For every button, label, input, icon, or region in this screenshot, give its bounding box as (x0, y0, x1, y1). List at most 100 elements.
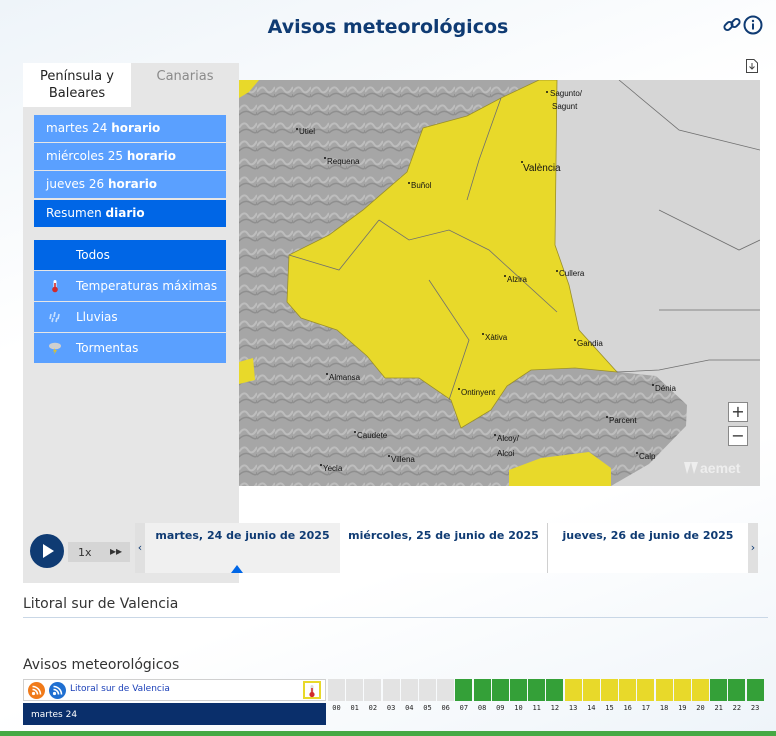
hour-label: 18 (659, 704, 669, 712)
warnings-table: Litoral sur de Valencia martes 24 00 01 02… (23, 679, 768, 725)
hour-label: 05 (423, 704, 432, 712)
svg-text:València: València (523, 163, 561, 174)
hour-cell (437, 679, 455, 701)
hour-cell (728, 679, 746, 701)
hour-cell (601, 679, 618, 701)
hour-cell (582, 679, 600, 701)
svg-text:Xàtiva: Xàtiva (485, 333, 508, 342)
hour-label: 23 (750, 704, 760, 712)
day-item-miercoles[interactable]: miércoles 25 horario (34, 143, 226, 170)
hour-cell (673, 679, 691, 701)
svg-text:Dénia: Dénia (655, 384, 676, 393)
svg-text:Sagunt: Sagunt (552, 102, 578, 111)
svg-text:Calp: Calp (639, 452, 656, 461)
hour-cell (328, 679, 345, 701)
type-item-todos[interactable]: Todos (34, 240, 226, 270)
hour-cell (710, 679, 728, 701)
svg-text:Requena: Requena (327, 157, 360, 166)
selected-day-marker (231, 565, 243, 573)
hour-cell (346, 679, 364, 701)
warnings-zone-link[interactable]: Litoral sur de Valencia (70, 684, 170, 694)
hour-cell (400, 679, 418, 701)
zoom-out-button[interactable]: − (728, 426, 748, 446)
svg-text:Villena: Villena (391, 455, 415, 464)
left-panel: Península y Baleares Canarias martes 24 … (23, 63, 239, 583)
day-bar: martes 24 (23, 703, 326, 725)
storm-icon (48, 341, 62, 355)
hour-label: 16 (623, 704, 632, 712)
svg-text:Alcoy/: Alcoy/ (497, 434, 520, 443)
tab-peninsula-baleares[interactable]: Península y Baleares (23, 63, 131, 107)
fast-forward-icon[interactable]: ▸▸ (110, 544, 122, 558)
svg-text:Caudete: Caudete (357, 431, 388, 440)
rss-cap-icon[interactable] (49, 682, 66, 699)
hour-label: 21 (714, 704, 723, 712)
svg-text:Ontinyent: Ontinyent (461, 388, 496, 397)
day-item-martes[interactable]: martes 24 horario (34, 115, 226, 142)
hour-label: 14 (587, 704, 596, 712)
svg-text:Cullera: Cullera (559, 269, 585, 278)
hour-label: 00 (332, 704, 341, 712)
type-item-tormentas[interactable]: Tormentas (34, 333, 226, 363)
hour-cell (364, 679, 382, 701)
hour-label: 01 (350, 704, 359, 712)
hour-cell (619, 679, 637, 701)
type-item-temperaturas[interactable]: Temperaturas máximas (34, 271, 226, 301)
tab-canarias[interactable]: Canarias (131, 63, 239, 107)
date-tab-26[interactable]: jueves, 26 de junio de 2025 (548, 523, 748, 573)
hour-cell (637, 679, 655, 701)
hour-label: 04 (405, 704, 414, 712)
hour-cell (382, 679, 400, 701)
warning-map[interactable]: Sagunto/ Sagunt Utiel Requena Buñol Valè… (239, 80, 760, 486)
rain-icon (48, 310, 62, 324)
play-button[interactable] (30, 534, 64, 568)
timeline-prev-button[interactable]: ‹ (135, 523, 145, 573)
type-item-lluvias[interactable]: Lluvias (34, 302, 226, 332)
hour-cell (473, 679, 491, 701)
play-icon (43, 544, 54, 558)
hour-cell (510, 679, 527, 701)
svg-text:Gandia: Gandia (577, 339, 603, 348)
speed-control[interactable]: 1x ▸▸ (68, 542, 130, 562)
warnings-title: Avisos meteorológicos (23, 657, 180, 673)
hour-label: 02 (368, 704, 378, 712)
svg-text:Alzira: Alzira (507, 275, 528, 284)
thermometer-icon (48, 279, 62, 293)
day-bar-label: martes 24 (31, 710, 78, 720)
hour-cell (655, 679, 673, 701)
hour-label: 15 (605, 704, 614, 712)
hour-label: 11 (532, 704, 541, 712)
svg-text:Sagunto/: Sagunto/ (550, 89, 583, 98)
zoom-in-button[interactable]: + (728, 402, 748, 422)
hour-label: 08 (477, 704, 487, 712)
svg-text:Almansa: Almansa (329, 373, 361, 382)
day-item-jueves[interactable]: jueves 26 horario (34, 171, 226, 198)
hour-label: 22 (732, 704, 742, 712)
hour-label: 13 (568, 704, 578, 712)
svg-text:Parcent: Parcent (609, 416, 637, 425)
hour-label: 17 (641, 704, 651, 712)
info-icon[interactable] (742, 14, 764, 36)
date-tab-25[interactable]: miércoles, 25 de junio de 2025 (340, 523, 548, 573)
hour-cell (546, 679, 564, 701)
thermometer-icon (303, 681, 321, 699)
download-icon[interactable] (745, 58, 759, 74)
hour-label: 09 (496, 704, 505, 712)
hour-cell (692, 679, 709, 701)
svg-text:aemet: aemet (700, 460, 741, 476)
day-item-resumen-diario[interactable]: Resumen diario (34, 200, 226, 227)
timeline-next-button[interactable]: › (748, 523, 758, 573)
bottom-accent-line (0, 731, 776, 736)
hour-label: 10 (514, 704, 523, 712)
rss-icon[interactable] (28, 682, 45, 699)
hour-strip: 00 01 02 03 04 05 06 07 08 09 10 11 12 13 14 15 16 17 18 19… (326, 679, 768, 725)
hour-label: 12 (550, 704, 560, 712)
hour-cell (746, 679, 764, 701)
hour-label: 03 (386, 704, 396, 712)
hour-cell (491, 679, 509, 701)
hour-label: 19 (678, 704, 687, 712)
zone-divider (23, 617, 768, 618)
warnings-zone-row: Litoral sur de Valencia (23, 679, 326, 701)
page-title: Avisos meteorológicos (267, 16, 509, 38)
link-icon[interactable] (721, 14, 743, 36)
